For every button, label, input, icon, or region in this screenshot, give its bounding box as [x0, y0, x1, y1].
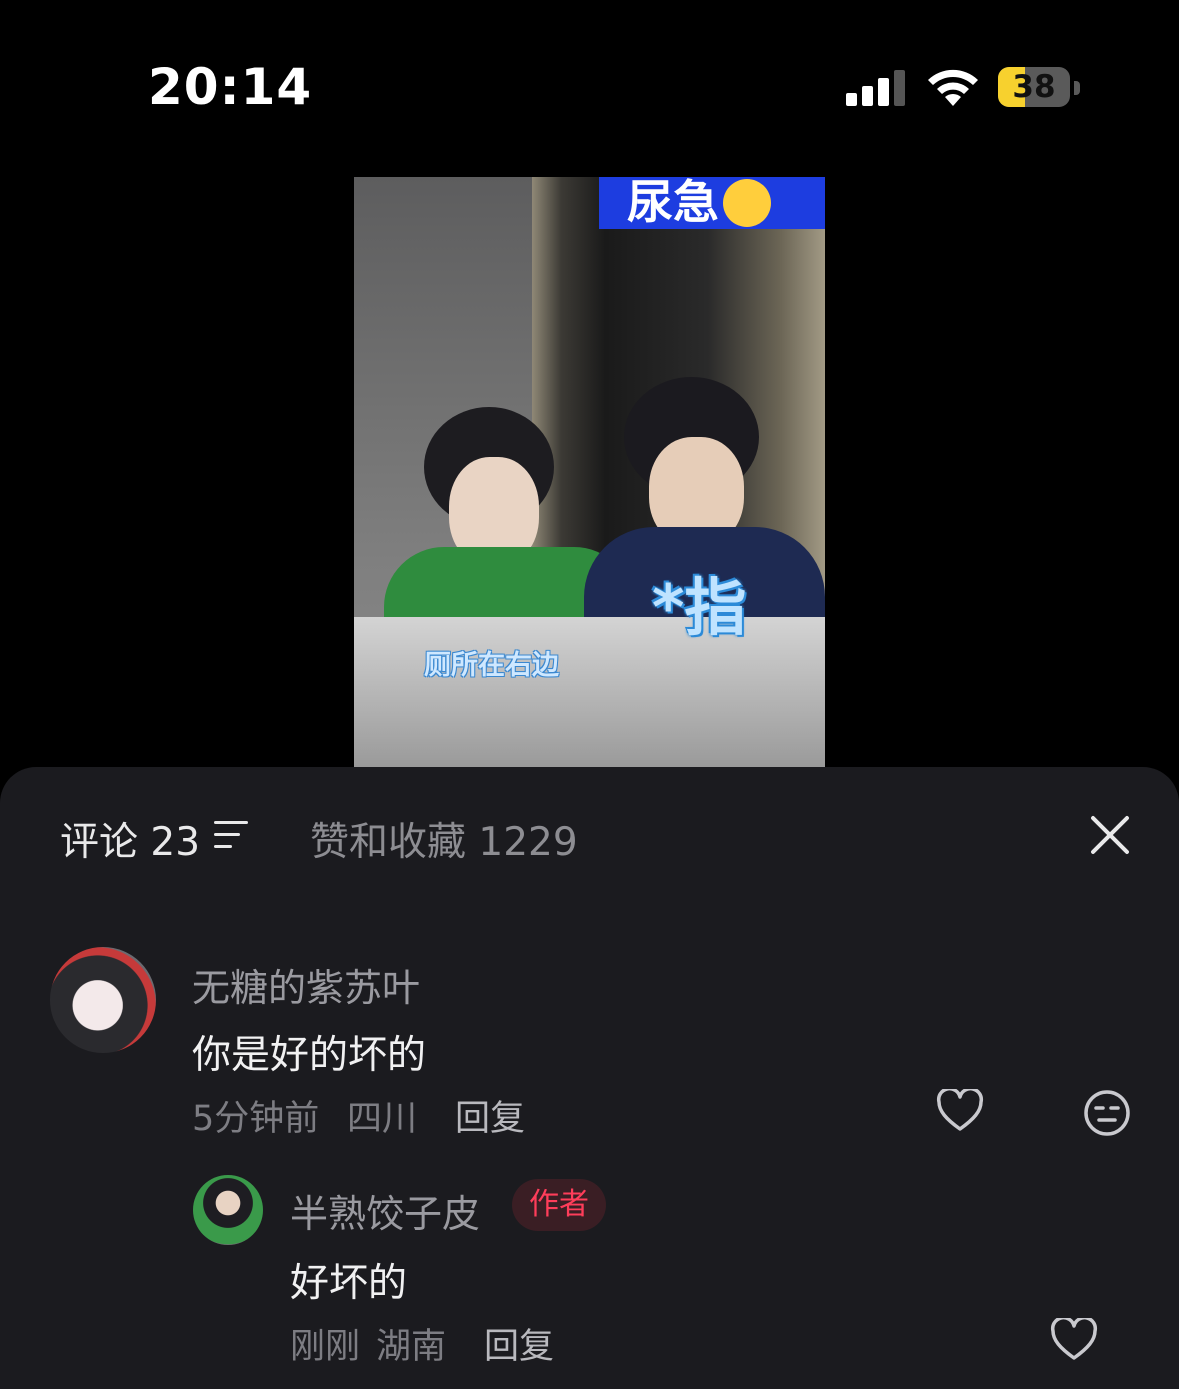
- author-badge: 作者: [512, 1179, 606, 1231]
- cellular-signal-icon: [846, 70, 906, 106]
- comment-time: 5分钟前: [192, 1099, 320, 1139]
- video-foreground-wall: [354, 617, 825, 767]
- status-bar: 20:14 38: [0, 0, 1179, 170]
- comment-location: 四川: [347, 1099, 418, 1139]
- comment-username[interactable]: 半熟饺子皮: [290, 1183, 480, 1238]
- battery-icon: 38: [998, 67, 1070, 107]
- video-caption-point: *指: [652, 571, 747, 644]
- status-time: 20:14: [148, 58, 313, 116]
- avatar[interactable]: [50, 947, 156, 1053]
- video-caption-banner: 尿急: [599, 177, 825, 229]
- wifi-icon: [928, 69, 978, 106]
- video-player[interactable]: 尿急 *指 厕所在右边: [354, 177, 825, 767]
- comment-text[interactable]: 你是好的坏的: [192, 1024, 426, 1080]
- sort-icon[interactable]: [214, 821, 248, 849]
- comment-username[interactable]: 无糖的紫苏叶: [192, 957, 420, 1012]
- battery-tip: [1074, 81, 1080, 95]
- dislike-face-icon[interactable]: [1083, 1089, 1131, 1137]
- close-icon[interactable]: [1086, 811, 1134, 859]
- reply-button[interactable]: 回复: [484, 1318, 554, 1369]
- comment-time: 刚刚: [290, 1327, 361, 1367]
- tab-comments[interactable]: 评论 23: [60, 811, 200, 867]
- battery-level: 38: [1012, 69, 1056, 105]
- heart-icon[interactable]: [1050, 1318, 1098, 1362]
- video-caption-toilet: 厕所在右边: [424, 650, 559, 681]
- reply-button[interactable]: 回复: [455, 1090, 525, 1141]
- comment-sheet: 评论 23 赞和收藏 1229 无糖的紫苏叶 你是好的坏的 5分钟前 四川 回复…: [0, 767, 1179, 1389]
- tab-likes-and-favorites[interactable]: 赞和收藏 1229: [310, 811, 578, 867]
- comment-location: 湖南: [376, 1327, 447, 1367]
- avatar[interactable]: [193, 1175, 263, 1245]
- comment-text[interactable]: 好坏的: [290, 1252, 407, 1308]
- video-caption-banner-text: 尿急: [627, 177, 719, 229]
- heart-icon[interactable]: [936, 1089, 984, 1133]
- crying-face-emoji-icon: [723, 178, 771, 227]
